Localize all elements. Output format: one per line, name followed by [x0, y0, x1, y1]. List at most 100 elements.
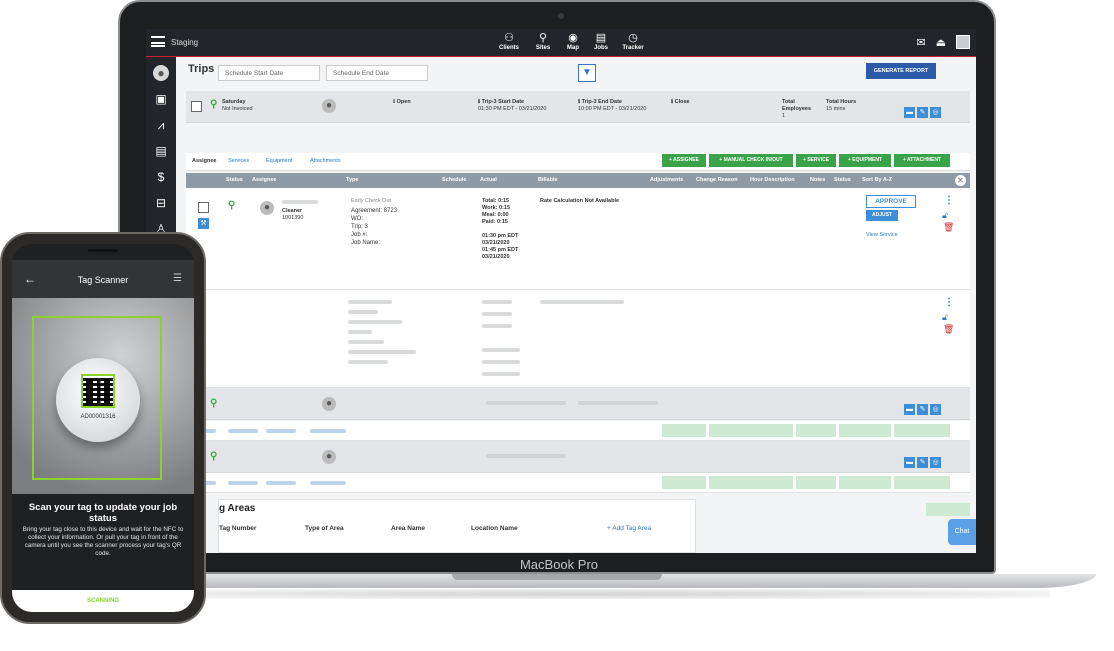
- add-attachment-button[interactable]: + ATTACHMENT: [894, 154, 950, 167]
- total-employees: Total Employees 1: [782, 99, 812, 119]
- manual-check-button[interactable]: + MANUAL CHECK IN/OUT: [709, 154, 793, 167]
- user-avatar[interactable]: [956, 35, 970, 49]
- scanner-header: ← Tag Scanner ☰: [12, 260, 194, 298]
- archive-icon[interactable]: ▬: [904, 457, 915, 468]
- phone-device: ← Tag Scanner ☰ AD00001316 Scan your tag…: [0, 232, 206, 624]
- clients-icon: ⚇: [504, 32, 514, 44]
- environment-label: Staging: [171, 38, 199, 47]
- col-status: Status: [226, 177, 243, 183]
- tab-assignee[interactable]: Assignee: [192, 158, 216, 164]
- trip-close: ℹ Close: [671, 99, 690, 105]
- assignee-avatar: ●: [260, 201, 274, 215]
- tab-services[interactable]: Services: [228, 158, 249, 164]
- scan-instructions: Bring your tag close to this device and …: [22, 526, 184, 557]
- mail-icon[interactable]: ✉: [916, 36, 925, 49]
- edit-icon[interactable]: ✎: [917, 457, 928, 468]
- filter-button[interactable]: ▼: [578, 64, 596, 82]
- wrench-icon[interactable]: ⚒: [198, 218, 209, 229]
- add-trip-button[interactable]: [926, 503, 970, 516]
- tag-id: AD00001316: [80, 414, 116, 420]
- eject-icon[interactable]: ⏏: [936, 36, 946, 49]
- archive-icon[interactable]: ▬: [904, 404, 915, 415]
- actual-times: Total: 0:15 Work: 0:15 Meal: 0:00 Paid: 0:1…: [482, 198, 519, 260]
- laptop-notch: [452, 574, 662, 580]
- nav-sites[interactable]: ⚲ Sites: [526, 32, 560, 51]
- add-tag-area-link[interactable]: + Add Tag Area: [607, 525, 651, 532]
- profile-icon[interactable]: ●: [153, 65, 169, 81]
- location-pin-icon: ⚲: [210, 451, 218, 462]
- col-tag-number: Tag Number: [219, 525, 257, 532]
- pin-icon: ⚲: [538, 32, 548, 44]
- collapsed-tabs: [186, 421, 970, 441]
- col-actual: Actual: [480, 177, 497, 183]
- chat-button[interactable]: Chat: [948, 519, 976, 545]
- col-type-of-area: Type of Area: [305, 525, 344, 532]
- trip-summary-row[interactable]: ⚲ Saturday Not Invoiced ● ℹ Open ℹ Trip-3…: [186, 91, 970, 123]
- phone-screen: ← Tag Scanner ☰ AD00001316 Scan your tag…: [12, 244, 194, 612]
- unlock-icon[interactable]: 🔓︎: [942, 210, 948, 221]
- assignee-checkbox[interactable]: [198, 202, 209, 213]
- add-service-button[interactable]: + SERVICE: [796, 154, 836, 167]
- location-pin-icon: ⚲: [228, 200, 236, 211]
- location-pin-icon: ⚲: [210, 398, 218, 409]
- nav-tracker[interactable]: ◷ Tracker: [616, 32, 650, 51]
- col-sort[interactable]: Sort By A-Z: [862, 177, 892, 183]
- briefcase-icon[interactable]: ⊟: [153, 195, 169, 211]
- list-icon[interactable]: ☰: [173, 273, 182, 284]
- trip-row-collapsed[interactable]: ⚲ ● ▬ ✎ ◎: [186, 388, 970, 420]
- nav-clients[interactable]: ⚇ Clients: [492, 32, 526, 51]
- more-icon[interactable]: ⋮: [944, 298, 954, 308]
- archive-icon[interactable]: ▬: [904, 107, 915, 118]
- view-service-link[interactable]: View Service: [866, 232, 898, 238]
- camera-icon[interactable]: ◎: [930, 404, 941, 415]
- add-assignee-button[interactable]: + ASSIGNEE: [662, 154, 706, 167]
- trip-row-collapsed[interactable]: ⚲ ● ▬ ✎ ◎: [186, 441, 970, 473]
- assignee-avatar: ●: [322, 99, 336, 113]
- close-icon[interactable]: ✕: [955, 175, 966, 186]
- col-assignee: Assignee: [252, 177, 277, 183]
- clipboard-icon: ▤: [595, 32, 607, 44]
- trip-tabs: Assignee Services Equipment Attachments …: [186, 153, 970, 171]
- assignee-role: Cleaner 1001390: [282, 208, 304, 221]
- billable-note: Rate Calculation Not Available: [540, 198, 620, 204]
- trip-day: Saturday Not Invoiced: [222, 99, 253, 112]
- analytics-icon[interactable]: ⩘: [153, 117, 169, 133]
- edit-icon[interactable]: ✎: [917, 404, 928, 415]
- clipboard-icon[interactable]: ▤: [153, 143, 169, 159]
- filter-icon: ▼: [582, 67, 592, 78]
- assignee-avatar: ●: [322, 450, 336, 464]
- assignee-avatar: ●: [322, 397, 336, 411]
- trip-checkbox[interactable]: [191, 101, 202, 112]
- dollar-icon[interactable]: $: [153, 169, 169, 185]
- approve-button[interactable]: APPROVE: [866, 195, 916, 208]
- trips-page: Trips Schedule Start Date Schedule End D…: [176, 57, 976, 553]
- adjust-button[interactable]: ADJUST: [866, 210, 898, 221]
- trip-start: ℹ Trip-3 Start Date 01:30 PM EDT - 03/21/…: [478, 99, 547, 112]
- redacted-name: [282, 200, 318, 204]
- schedule-start-date-input[interactable]: Schedule Start Date: [218, 65, 320, 81]
- tag-areas-panel: g Areas Tag Number Type of Area Area Nam…: [218, 499, 696, 553]
- tab-attachments[interactable]: Attachments: [310, 158, 341, 164]
- col-schedule: Schedule: [442, 177, 467, 183]
- trash-icon[interactable]: 🗑︎: [943, 222, 954, 233]
- edit-icon[interactable]: ✎: [917, 107, 928, 118]
- unlock-icon[interactable]: 🔓︎: [942, 312, 948, 323]
- more-icon[interactable]: ⋮: [944, 196, 954, 206]
- nfc-tag: AD00001316: [56, 358, 140, 442]
- camera-icon[interactable]: ◎: [930, 107, 941, 118]
- trash-icon[interactable]: 🗑︎: [943, 324, 954, 335]
- contact-card-icon[interactable]: ▣: [153, 91, 169, 107]
- col-type: Type: [346, 177, 359, 183]
- camera-icon[interactable]: ◎: [930, 457, 941, 468]
- tab-equipment[interactable]: Equipment: [266, 158, 292, 164]
- generate-report-button[interactable]: GENERATE REPORT: [866, 63, 936, 79]
- menu-icon[interactable]: [151, 36, 165, 47]
- schedule-end-date-input[interactable]: Schedule End Date: [326, 65, 428, 81]
- col-hour-description: Hour Description: [750, 177, 795, 183]
- nav-jobs[interactable]: ▤ Jobs: [584, 32, 618, 51]
- add-equipment-button[interactable]: + EQUIPMENT: [839, 154, 891, 167]
- location-pin-icon: ⚲: [210, 99, 218, 110]
- scanning-status: SCANNING: [12, 590, 194, 612]
- col-adjustments: Adjustments: [650, 177, 684, 183]
- phone-speaker: [88, 249, 118, 252]
